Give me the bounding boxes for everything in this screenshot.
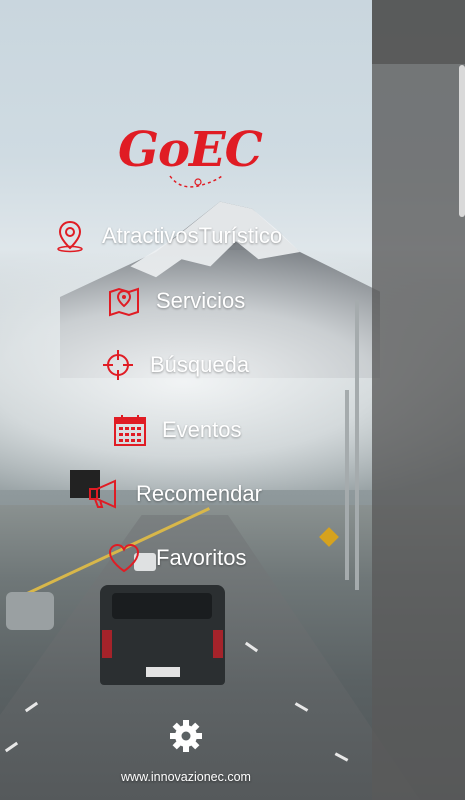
content-toolbar: [372, 0, 465, 64]
settings-button[interactable]: [168, 718, 204, 754]
logo-path-icon: [169, 175, 223, 188]
calendar-icon: [112, 412, 148, 448]
car: [6, 592, 54, 630]
menu-item-label: AtractivosTurístico: [102, 223, 283, 248]
menu-item-atractivos[interactable]: AtractivosTurístico: [52, 216, 282, 256]
content-overlay[interactable]: [372, 0, 465, 800]
scrollbar[interactable]: [459, 65, 465, 217]
megaphone-icon: [86, 476, 122, 512]
pickup-truck: [100, 585, 225, 685]
menu-item-eventos[interactable]: Eventos: [112, 410, 242, 450]
menu-item-label: Recomendar: [136, 481, 262, 506]
crosshair-icon: [100, 347, 136, 383]
app-logo: GoEC: [118, 120, 263, 198]
menu-item-favoritos[interactable]: Favoritos: [106, 538, 246, 578]
menu-item-label: Búsqueda: [150, 352, 250, 377]
menu-item-recomendar[interactable]: Recomendar: [86, 474, 262, 514]
menu-item-label: Favoritos: [156, 545, 247, 570]
pole: [345, 390, 349, 580]
map-location-icon: [106, 283, 142, 319]
menu-item-label: Eventos: [162, 417, 242, 442]
menu-item-servicios[interactable]: Servicios: [106, 281, 245, 321]
heart-icon: [106, 540, 142, 576]
menu-item-busqueda[interactable]: Búsqueda: [100, 345, 249, 385]
map-pin-icon: [52, 218, 88, 254]
menu-item-label: Servicios: [156, 288, 246, 313]
gear-icon: [170, 720, 202, 752]
website-link[interactable]: www.innovazionec.com: [0, 770, 372, 784]
pole: [355, 300, 359, 590]
